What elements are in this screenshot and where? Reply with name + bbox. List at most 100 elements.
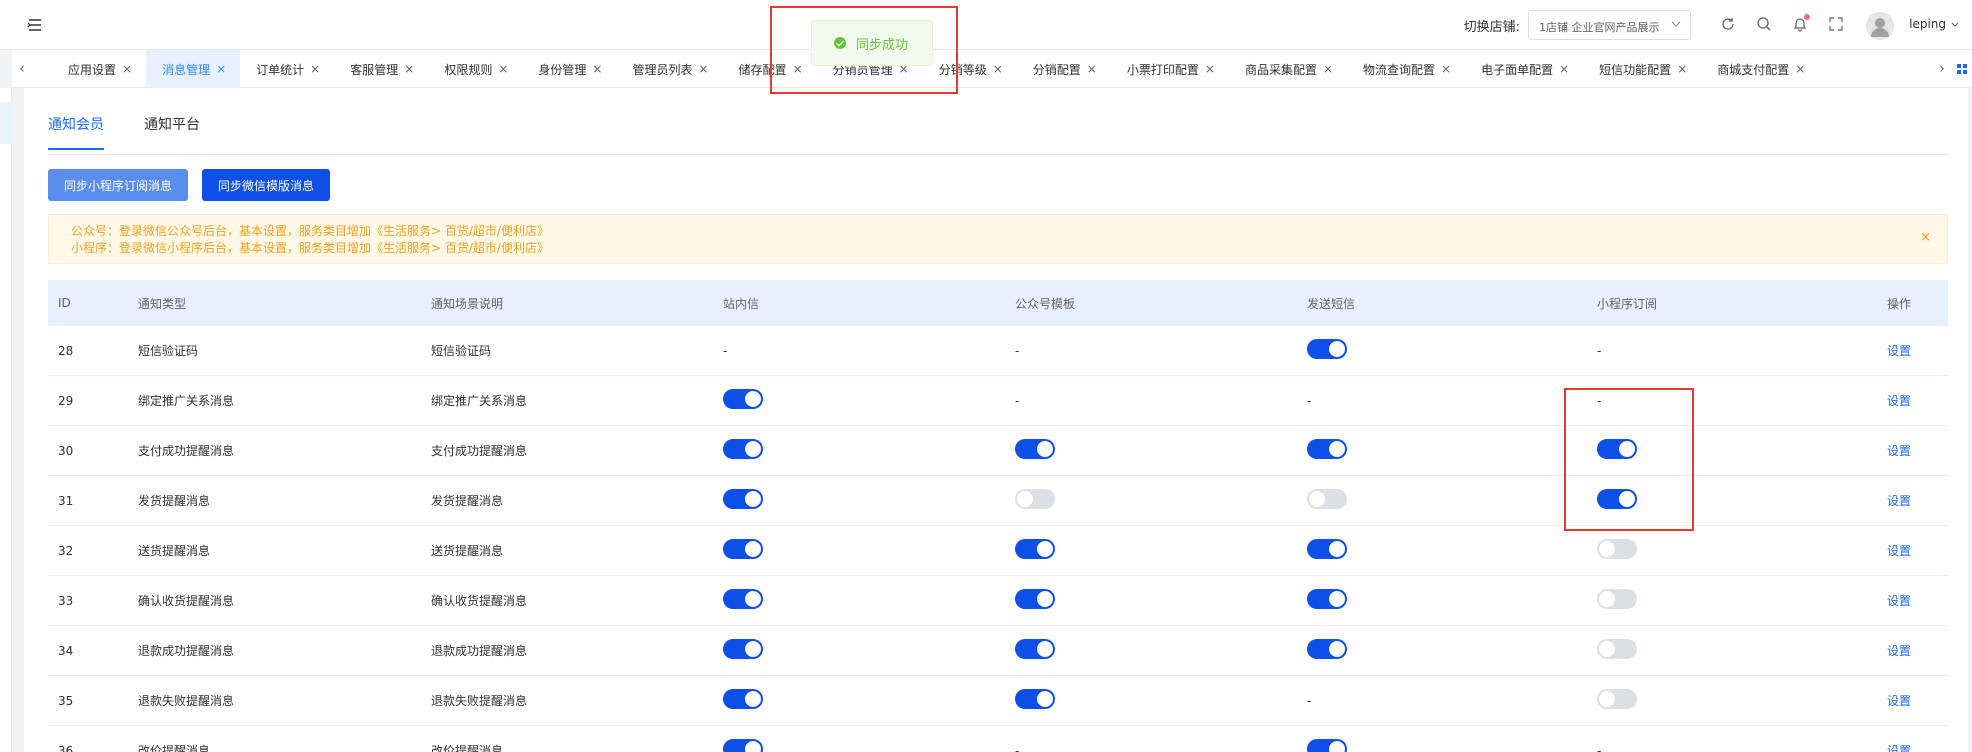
tab-item[interactable]: 客服管理 ×	[334, 50, 428, 88]
subtab-notify-member[interactable]: 通知会员	[48, 114, 104, 150]
tab-item[interactable]: 身份管理 ×	[522, 50, 616, 88]
official-template-toggle[interactable]	[1015, 589, 1055, 609]
tab-item[interactable]: 管理员列表 ×	[616, 50, 722, 88]
search-icon[interactable]	[1756, 16, 1772, 32]
site-message-toggle[interactable]	[723, 439, 763, 459]
cell-type: 绑定推广关系消息	[138, 394, 235, 408]
official-template-toggle[interactable]	[1015, 639, 1055, 659]
tab-close-icon[interactable]: ×	[310, 62, 320, 76]
tab-item[interactable]: 消息管理 ×	[146, 50, 241, 88]
toggle-knob	[745, 491, 761, 507]
bell-icon[interactable]	[1792, 14, 1810, 32]
tab-close-icon[interactable]: ×	[592, 62, 602, 76]
sync-wechat-template-button[interactable]: 同步微信模版消息	[202, 169, 330, 201]
subtab-notify-platform[interactable]: 通知平台	[144, 114, 200, 150]
username[interactable]: leping	[1909, 17, 1946, 31]
tab-item[interactable]: 物流查询配置 ×	[1347, 50, 1465, 88]
tab-label: 商品采集配置	[1244, 62, 1317, 77]
miniprogram-toggle[interactable]	[1597, 639, 1637, 659]
tab-close-icon[interactable]: ×	[498, 62, 508, 76]
tab-item[interactable]: 权限规则 ×	[428, 50, 522, 88]
settings-link[interactable]: 设置	[1887, 542, 1948, 559]
official-template-toggle[interactable]	[1015, 539, 1055, 559]
alert-close-icon[interactable]: ×	[1920, 229, 1931, 246]
alert-line-miniprogram: 小程序：登录微信小程序后台，基本设置，服务类目增加《生活服务> 百货/超市/便利…	[71, 241, 549, 255]
tab-close-icon[interactable]: ×	[1795, 62, 1805, 76]
site-message-toggle[interactable]	[723, 639, 763, 659]
grid-menu-icon[interactable]	[1952, 50, 1972, 88]
table-row: 35 退款失败提醒消息 退款失败提醒消息 - 设置	[48, 676, 1948, 726]
tab-close-icon[interactable]: ×	[698, 62, 708, 76]
site-message-toggle[interactable]	[723, 489, 763, 509]
tab-close-icon[interactable]: ×	[1441, 62, 1451, 76]
sms-toggle[interactable]	[1307, 439, 1347, 459]
fullscreen-icon[interactable]	[1828, 16, 1844, 32]
tab-label: 小票打印配置	[1126, 62, 1199, 77]
tab-item[interactable]: 订单统计 ×	[240, 50, 334, 88]
sms-toggle[interactable]	[1307, 639, 1347, 659]
cell-sms	[1307, 639, 1597, 662]
table-header: ID 通知类型 通知场景说明 站内信 公众号模板 发送短信 小程序订阅 操作	[48, 280, 1948, 326]
sms-toggle[interactable]	[1307, 589, 1347, 609]
settings-link[interactable]: 设置	[1887, 742, 1948, 752]
cell-official-template	[1015, 589, 1307, 612]
cell-type: 确认收货提醒消息	[138, 594, 235, 608]
tab-close-icon[interactable]: ×	[993, 62, 1003, 76]
sms-toggle[interactable]	[1307, 339, 1347, 359]
shop-select[interactable]: 1店铺 企业官网产品展示	[1528, 10, 1691, 40]
sms-toggle[interactable]	[1307, 489, 1347, 509]
sync-miniprogram-button[interactable]: 同步小程序订阅消息	[48, 169, 188, 201]
cell-sms-dash: -	[1307, 693, 1312, 708]
cell-id: 34	[58, 643, 74, 658]
tab-close-icon[interactable]: ×	[216, 62, 226, 76]
tab-item[interactable]: 商品采集配置 ×	[1229, 50, 1347, 88]
site-message-toggle[interactable]	[723, 389, 763, 409]
table-row: 28 短信验证码 短信验证码 - - - 设置	[48, 326, 1948, 376]
tab-close-icon[interactable]: ×	[122, 62, 132, 76]
settings-link[interactable]: 设置	[1887, 342, 1948, 359]
tab-item[interactable]: 短信功能配置 ×	[1583, 50, 1701, 88]
refresh-icon[interactable]	[1720, 16, 1736, 32]
tab-label: 管理员列表	[632, 62, 693, 77]
site-message-toggle[interactable]	[723, 539, 763, 559]
toggle-knob	[1599, 541, 1615, 557]
sms-toggle[interactable]	[1307, 539, 1347, 559]
settings-link[interactable]: 设置	[1887, 642, 1948, 659]
miniprogram-toggle[interactable]	[1597, 689, 1637, 709]
settings-link[interactable]: 设置	[1887, 442, 1948, 459]
tab-close-icon[interactable]: ×	[1677, 62, 1687, 76]
cell-id: 28	[58, 343, 74, 358]
settings-link[interactable]: 设置	[1887, 692, 1948, 709]
settings-link[interactable]: 设置	[1887, 392, 1948, 409]
site-message-toggle[interactable]	[723, 589, 763, 609]
cell-desc: 改价提醒消息	[431, 744, 504, 752]
tab-close-icon[interactable]: ×	[404, 62, 414, 76]
miniprogram-toggle[interactable]	[1597, 589, 1637, 609]
info-alert: 公众号：登录微信公众号后台，基本设置，服务类目增加《生活服务> 百货/超市/便利…	[48, 214, 1948, 264]
toggle-knob	[1037, 591, 1053, 607]
menu-toggle-icon[interactable]	[26, 16, 44, 34]
official-template-toggle[interactable]	[1015, 689, 1055, 709]
tab-item[interactable]: 商城支付配置 ×	[1701, 50, 1819, 88]
tab-close-icon[interactable]: ×	[1559, 62, 1569, 76]
tab-item[interactable]: 应用设置 ×	[52, 50, 146, 88]
tab-close-icon[interactable]: ×	[1087, 62, 1097, 76]
tab-label: 物流查询配置	[1363, 62, 1436, 77]
tab-item[interactable]: 小票打印配置 ×	[1111, 50, 1229, 88]
miniprogram-toggle[interactable]	[1597, 539, 1637, 559]
tab-close-icon[interactable]: ×	[1205, 62, 1215, 76]
site-message-toggle[interactable]	[723, 689, 763, 709]
official-template-toggle[interactable]	[1015, 439, 1055, 459]
tab-close-icon[interactable]: ×	[1323, 62, 1333, 76]
official-template-toggle[interactable]	[1015, 489, 1055, 509]
settings-link[interactable]: 设置	[1887, 592, 1948, 609]
avatar[interactable]	[1866, 12, 1894, 40]
tab-item[interactable]: 电子面单配置 ×	[1465, 50, 1583, 88]
tab-item[interactable]: 分销配置 ×	[1017, 50, 1111, 88]
tabs-scroll-right-icon[interactable]: ›	[1932, 50, 1952, 88]
sms-toggle[interactable]	[1307, 739, 1347, 752]
col-header-site-message: 站内信	[723, 296, 760, 311]
site-message-toggle[interactable]	[723, 739, 763, 752]
tabs-scroll-left-icon[interactable]: ‹	[12, 50, 32, 88]
settings-link[interactable]: 设置	[1887, 492, 1948, 509]
